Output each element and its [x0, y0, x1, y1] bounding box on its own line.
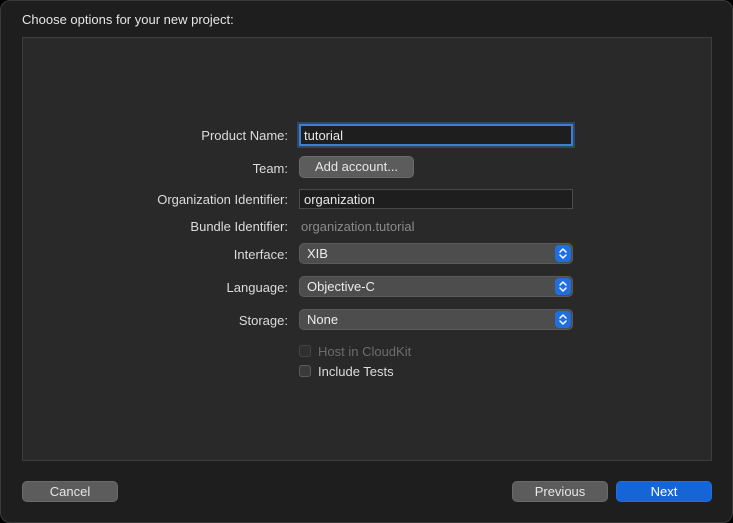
include-tests-label[interactable]: Include Tests: [318, 364, 394, 379]
interface-select[interactable]: XIB: [299, 243, 573, 264]
window-title: Choose options for your new project:: [22, 12, 234, 27]
language-label: Language:: [226, 280, 288, 295]
interface-selected-value: XIB: [307, 246, 328, 261]
chevron-up-down-icon: [555, 245, 571, 262]
cancel-button[interactable]: Cancel: [22, 481, 118, 502]
previous-button[interactable]: Previous: [512, 481, 608, 502]
chevron-up-down-icon: [555, 311, 571, 328]
add-account-button[interactable]: Add account...: [299, 156, 414, 178]
team-label: Team:: [252, 161, 288, 176]
host-in-cloudkit-checkbox: [299, 345, 311, 357]
next-button[interactable]: Next: [616, 481, 712, 502]
interface-label: Interface:: [233, 247, 288, 262]
project-options-window: Choose options for your new project: Pro…: [0, 0, 733, 523]
storage-select[interactable]: None: [299, 309, 573, 330]
storage-label: Storage:: [238, 313, 288, 328]
organization-identifier-input[interactable]: [299, 189, 573, 209]
language-selected-value: Objective-C: [307, 279, 375, 294]
product-name-label: Product Name:: [201, 128, 288, 143]
bundle-identifier-label: Bundle Identifier:: [190, 219, 288, 234]
language-select[interactable]: Objective-C: [299, 276, 573, 297]
product-name-input[interactable]: [299, 124, 573, 146]
bundle-identifier-value: organization.tutorial: [301, 219, 415, 234]
storage-selected-value: None: [307, 312, 339, 327]
host-in-cloudkit-label: Host in CloudKit: [318, 344, 412, 359]
chevron-up-down-icon: [555, 278, 571, 295]
organization-identifier-label: Organization Identifier:: [157, 192, 288, 207]
include-tests-checkbox[interactable]: [299, 365, 311, 377]
